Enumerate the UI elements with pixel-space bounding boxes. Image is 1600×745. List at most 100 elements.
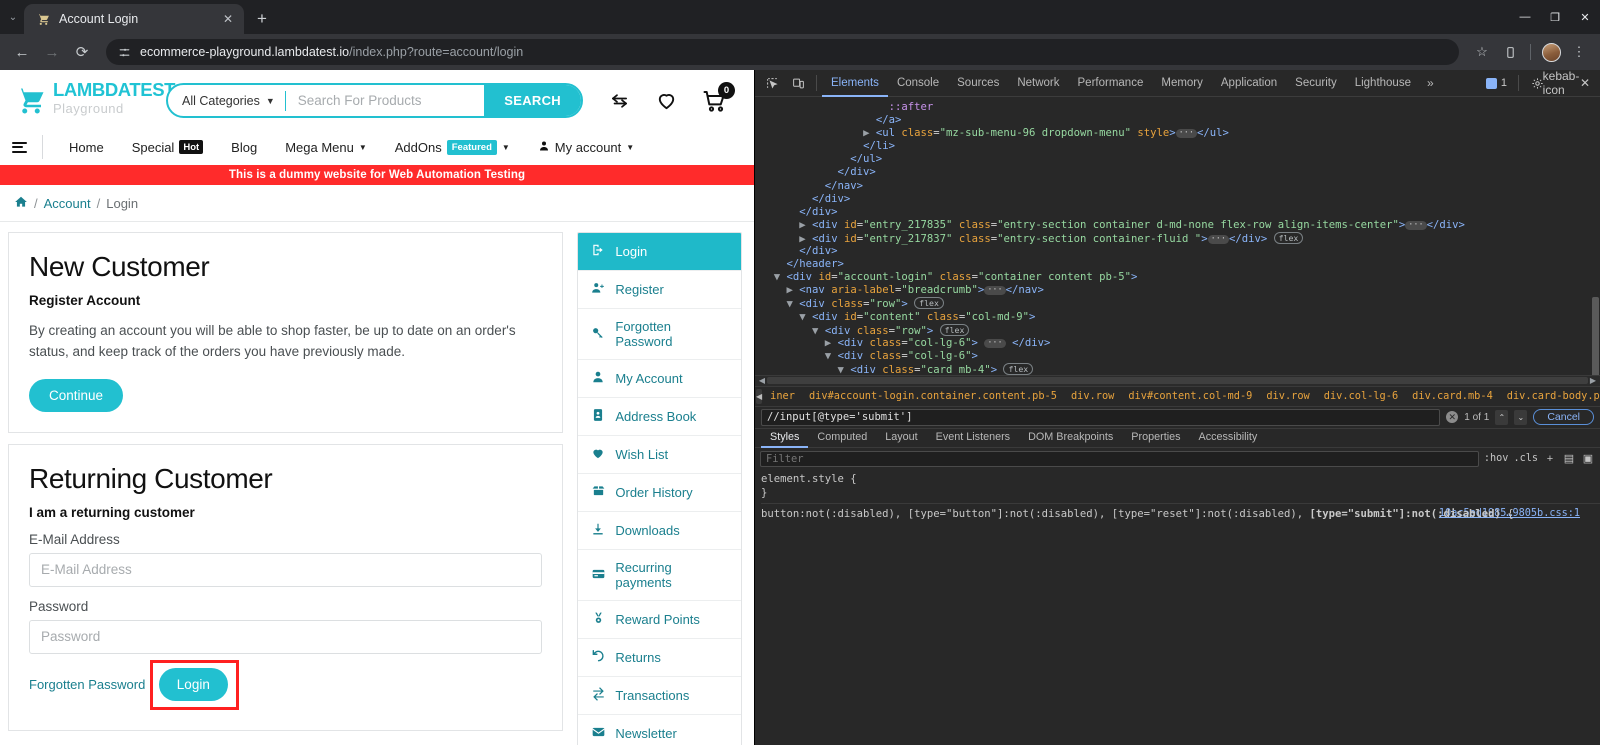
sidebar-item-transactions[interactable]: Transactions (578, 677, 741, 715)
style-tab-dom-breakpoints[interactable]: DOM Breakpoints (1019, 428, 1122, 448)
sidebar-item-login[interactable]: Login (578, 233, 741, 271)
new-tab-button[interactable]: + (248, 5, 276, 33)
search-next-button[interactable]: ⌄ (1514, 409, 1528, 425)
style-rule-selector[interactable]: 10ac5ed1985…9805b.css:1 button:not(:disab… (761, 507, 1600, 521)
new-style-rule-plus-icon[interactable]: + (1543, 453, 1557, 465)
password-input[interactable] (29, 619, 543, 654)
style-tab-event-listeners[interactable]: Event Listeners (927, 428, 1019, 448)
devtools-tab-lighthouse[interactable]: Lighthouse (1346, 70, 1420, 97)
style-tab-accessibility[interactable]: Accessibility (1190, 428, 1267, 448)
search-button[interactable]: SEARCH (484, 85, 581, 116)
styles-hov-button[interactable]: :hov (1484, 453, 1509, 464)
sidebar-item-reward-points[interactable]: Reward Points (578, 601, 741, 639)
address-bar[interactable]: ecommerce-playground.lambdatest.io/index… (106, 39, 1459, 65)
breadcrumb-crumb[interactable]: div#account-login.container.content.pb-5 (802, 387, 1064, 406)
sidebar-item-address-book[interactable]: Address Book (578, 398, 741, 436)
breadcrumb-crumb[interactable]: iner (763, 387, 802, 406)
dom-line[interactable]: ::after (755, 101, 1600, 114)
search-cancel-button[interactable]: Cancel (1533, 409, 1594, 425)
dom-line[interactable]: </a> (755, 114, 1600, 127)
menu-hamburger-icon[interactable] (8, 141, 36, 153)
dom-line[interactable]: </div> (755, 193, 1600, 206)
breadcrumb-account-link[interactable]: Account (44, 196, 91, 211)
breadcrumb-crumb[interactable]: div.card-body.p-4 (1500, 387, 1600, 406)
dom-line[interactable]: ▶ <nav aria-label="breadcrumb"> ··· </nav> (755, 284, 1600, 297)
sidebar-item-recurring-payments[interactable]: Recurring payments (578, 550, 741, 601)
devtools-tab-elements[interactable]: Elements (822, 70, 888, 97)
cart-icon[interactable]: 0 (701, 81, 735, 113)
dom-line[interactable]: ▼ <div class="col-lg-6"> (755, 350, 1600, 363)
wishlist-heart-icon[interactable] (654, 89, 679, 112)
breadcrumb-crumb[interactable]: div.row (1259, 387, 1316, 406)
sidebar-item-returns[interactable]: Returns (578, 639, 741, 677)
devtools-tab-memory[interactable]: Memory (1152, 70, 1212, 97)
nav-item-mega-menu[interactable]: Mega Menu ▼ (271, 140, 381, 155)
category-dropdown[interactable]: All Categories ▼ (168, 94, 285, 108)
scroll-track[interactable] (767, 377, 1588, 384)
dom-line[interactable]: ▶ <div id="entry_217835" class="entry-se… (755, 219, 1600, 232)
sidebar-item-downloads[interactable]: Downloads (578, 512, 741, 550)
device-toolbar-icon[interactable] (785, 70, 811, 96)
bookmark-star-icon[interactable]: ☆ (1469, 39, 1495, 65)
dom-line[interactable]: ▼ <div class="card mb-4"> flex (755, 362, 1600, 375)
sidebar-item-register[interactable]: Register (578, 271, 741, 309)
scroll-left-arrow-icon[interactable]: ◀ (757, 376, 767, 385)
element-style-open[interactable]: element.style { (761, 472, 1600, 486)
back-button[interactable]: ← (8, 38, 36, 66)
styles-filter-input[interactable] (760, 450, 1479, 467)
search-input[interactable] (285, 93, 485, 108)
search-prev-button[interactable]: ⌃ (1495, 409, 1509, 425)
email-input[interactable] (29, 552, 543, 587)
dom-line[interactable]: ▼ <div class="row"> flex (755, 297, 1600, 310)
dom-tree[interactable]: ::after </a> ▶ <ul class="mz-sub-menu-96… (755, 97, 1600, 375)
breadcrumb-scroll-left-icon[interactable]: ◀ (756, 388, 763, 404)
sidebar-item-newsletter[interactable]: Newsletter (578, 715, 741, 745)
close-icon[interactable]: ✕ (1574, 72, 1596, 94)
forgotten-password-link[interactable]: Forgotten Password (29, 677, 145, 692)
compare-icon[interactable] (607, 91, 632, 111)
kebab-icon[interactable]: kebab-icon (1543, 69, 1580, 97)
site-logo[interactable]: LAMBDATEST Playground (14, 80, 175, 121)
home-icon[interactable] (14, 195, 28, 212)
dom-line[interactable]: </div> (755, 166, 1600, 179)
style-tab-layout[interactable]: Layout (876, 428, 926, 448)
computed-sidebar-icon[interactable]: ▤ (1562, 452, 1576, 465)
profile-avatar[interactable] (1538, 39, 1564, 65)
dom-line[interactable]: ▶ <div id="entry_217837" class="entry-se… (755, 231, 1600, 245)
nav-item-special[interactable]: Special Hot (118, 140, 217, 155)
inspect-element-icon[interactable] (759, 70, 785, 96)
toggle-sidebar-icon[interactable]: ▣ (1581, 452, 1595, 465)
nav-item-home[interactable]: Home (55, 140, 118, 155)
style-tab-properties[interactable]: Properties (1122, 428, 1189, 448)
continue-button[interactable]: Continue (29, 378, 124, 412)
dom-line[interactable]: ▼ <div class="row"> flex (755, 323, 1600, 337)
devtools-tab-console[interactable]: Console (888, 70, 948, 97)
scroll-right-arrow-icon[interactable]: ▶ (1588, 376, 1598, 385)
dom-line[interactable]: ▼ <div id="account-login" class="contain… (755, 271, 1600, 284)
forward-button[interactable]: → (38, 38, 66, 66)
devtools-tab-sources[interactable]: Sources (948, 70, 1008, 97)
nav-item-blog[interactable]: Blog (217, 140, 271, 155)
styles-pane[interactable]: element.style { } 10ac5ed1985…9805b.css:… (755, 469, 1600, 745)
breadcrumb-crumb[interactable]: div.card.mb-4 (1405, 387, 1500, 406)
dom-line[interactable]: ▶ <div class="col-lg-6"> ··· </div> (755, 337, 1600, 350)
nav-item-my-account[interactable]: My account ▼ (524, 140, 648, 155)
devtools-tab-security[interactable]: Security (1286, 70, 1346, 97)
dom-line[interactable]: </li> (755, 140, 1600, 153)
dom-line[interactable]: </div> (755, 245, 1600, 258)
dom-line[interactable]: </header> (755, 258, 1600, 271)
breadcrumb-crumb[interactable]: div#content.col-md-9 (1121, 387, 1259, 406)
breadcrumb-crumb[interactable]: div.row (1064, 387, 1121, 406)
window-minimize-button[interactable]: — (1510, 0, 1540, 34)
dom-tree-scrollbar[interactable] (1591, 97, 1600, 375)
styles-cls-button[interactable]: .cls (1513, 453, 1538, 464)
nav-item-addons[interactable]: AddOns Featured ▼ (381, 139, 524, 155)
sidebar-item-wish-list[interactable]: Wish List (578, 436, 741, 474)
dom-line[interactable]: </ul> (755, 153, 1600, 166)
dom-tree-horizontal-scrollbar[interactable]: ◀ ▶ (755, 374, 1600, 386)
dom-line[interactable]: ▼ <div id="content" class="col-md-9"> (755, 311, 1600, 324)
browser-menu-kebab-icon[interactable]: ⋮ (1566, 39, 1592, 65)
extensions-icon[interactable] (1497, 39, 1523, 65)
window-close-button[interactable]: ✕ (1570, 0, 1600, 34)
devtools-tab-application[interactable]: Application (1212, 70, 1286, 97)
